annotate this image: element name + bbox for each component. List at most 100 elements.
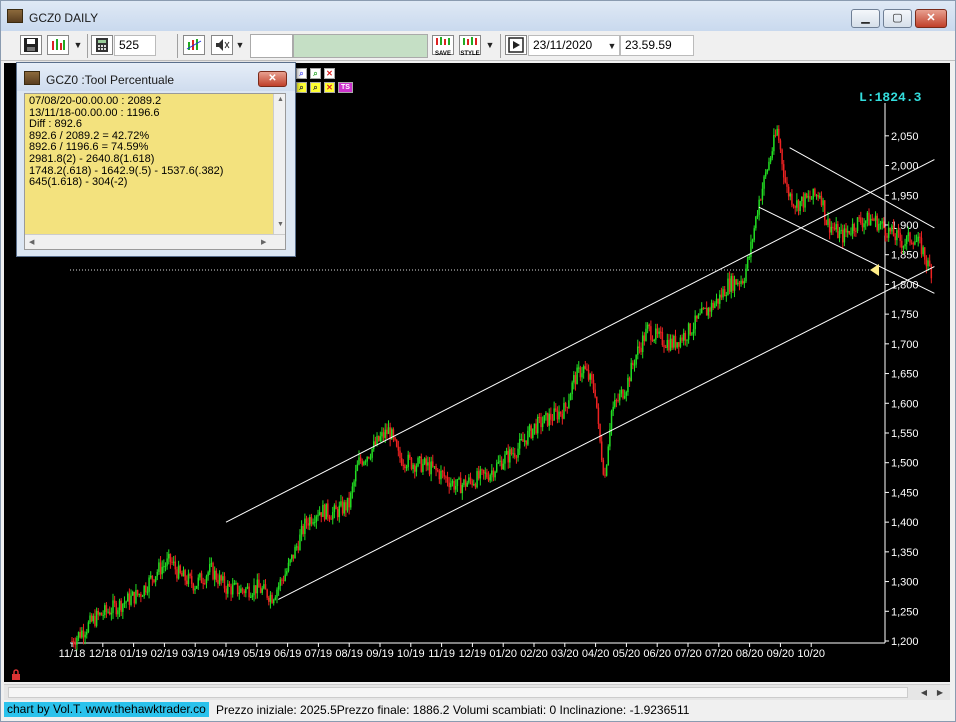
candle-body — [156, 571, 159, 577]
style-dropdown-icon[interactable]: ▼ — [484, 35, 496, 57]
candle-body — [453, 480, 455, 490]
candle-body — [840, 229, 842, 232]
scroll-thumb[interactable] — [8, 687, 908, 698]
credit-link[interactable]: chart by Vol.T. www.thehawktrader.co — [4, 702, 209, 717]
scroll-left-icon[interactable]: ◀ — [29, 238, 34, 246]
scroll-up-icon[interactable]: ▲ — [277, 96, 284, 103]
candle-body — [574, 375, 577, 385]
date-dropdown-icon[interactable]: ▼ — [606, 36, 618, 58]
close-button[interactable]: ✕ — [915, 9, 947, 28]
candle-body — [268, 597, 270, 602]
candle-body — [486, 472, 488, 478]
x-tick-label: 06/19 — [274, 648, 302, 660]
ts-button[interactable]: TS — [338, 82, 353, 93]
candle-body — [428, 462, 431, 475]
candle-body — [471, 480, 473, 486]
style-button[interactable]: STYLE — [459, 35, 481, 57]
candle-body — [248, 586, 250, 598]
candle-body — [369, 457, 372, 459]
dialog-line: 07/08/20-00.00.00 : 2089.2 — [29, 95, 162, 107]
scroll-left-icon[interactable]: ◀ — [917, 686, 931, 699]
candle-body — [801, 196, 803, 202]
candle-body — [815, 194, 818, 196]
speaker-icon[interactable] — [211, 35, 233, 55]
candle-body — [581, 373, 583, 378]
symbol-field[interactable] — [250, 34, 293, 58]
candle-body — [382, 432, 385, 438]
candle-body — [825, 220, 828, 225]
candle-body — [89, 615, 91, 623]
dialog-title-bar[interactable]: GCZ0 :Tool Percentuale ✕ — [17, 63, 295, 91]
dialog-text-area[interactable]: 07/08/20-00.00.00 : 2089.2 13/11/18-00.0… — [24, 93, 286, 250]
maximize-button[interactable]: ▢ — [883, 9, 912, 28]
chart-type-dropdown-icon[interactable]: ▼ — [72, 35, 84, 57]
y-tick-label: 1,350 — [891, 547, 919, 559]
speaker-dropdown-icon[interactable]: ▼ — [234, 35, 246, 57]
save-disk-icon[interactable] — [20, 35, 42, 55]
candle-body — [510, 449, 513, 455]
candle-body — [295, 546, 298, 548]
candle-body — [819, 195, 821, 198]
minimize-button[interactable]: ▁ — [851, 9, 880, 28]
save-template-button[interactable]: SAVE — [432, 35, 454, 57]
dialog-close-button[interactable]: ✕ — [258, 71, 287, 87]
candle-body — [638, 346, 641, 348]
chart-type-icon[interactable] — [47, 35, 69, 55]
tool-delete-yellow-icon[interactable]: ✕ — [324, 82, 335, 93]
candle-body — [782, 164, 785, 178]
indicator-chart-icon[interactable] — [183, 35, 205, 55]
candle-body — [71, 641, 73, 642]
candle-body — [530, 425, 532, 438]
candle-body — [853, 223, 855, 231]
candle-body — [830, 226, 833, 233]
candle-body — [727, 278, 729, 295]
candle-body — [540, 417, 542, 428]
candle-body — [235, 582, 237, 584]
candle-body — [733, 279, 736, 291]
candle-body — [663, 345, 665, 348]
candle-body — [215, 570, 218, 581]
scroll-down-icon[interactable]: ▼ — [277, 221, 284, 228]
candle-body — [243, 590, 245, 594]
candle-body — [81, 630, 83, 638]
candle-body — [371, 448, 373, 458]
candle-body — [594, 389, 596, 397]
candle-body — [715, 298, 718, 304]
candle-body — [354, 470, 357, 482]
candle-body — [769, 157, 772, 162]
candle-body — [92, 615, 95, 622]
candle-body — [887, 227, 890, 238]
candle-body — [461, 484, 464, 494]
candle-body — [802, 196, 805, 208]
candle-body — [643, 335, 646, 342]
candle-body — [728, 278, 731, 292]
candle-body — [924, 247, 926, 260]
candle-body — [394, 437, 396, 440]
candle-body — [809, 196, 811, 199]
tool-magnify-icon[interactable]: ⌕ — [310, 68, 321, 79]
tool-magnify-yellow-icon[interactable]: ⌕ — [310, 82, 321, 93]
tool-zoom-yellow-icon[interactable]: ⌕ — [296, 82, 307, 93]
time-field[interactable]: 23.59.59 — [620, 35, 694, 56]
calculator-icon[interactable] — [91, 35, 113, 55]
bars-count-input[interactable]: 525 — [114, 35, 156, 56]
candle-body — [579, 367, 582, 378]
tool-delete-icon[interactable]: ✕ — [324, 68, 335, 79]
dialog-vertical-scrollbar[interactable]: ▲ ▼ — [273, 94, 285, 234]
candle-body — [245, 588, 247, 594]
scroll-right-icon[interactable]: ▶ — [933, 686, 947, 699]
candle-body — [312, 522, 314, 524]
scroll-right-icon[interactable]: ▶ — [261, 238, 266, 246]
candle-body — [140, 593, 142, 597]
candle-body — [274, 597, 277, 600]
candle-body — [719, 294, 721, 304]
candle-body — [753, 228, 755, 240]
tool-zoom-icon[interactable]: ⌕ — [296, 68, 307, 79]
candle-body — [299, 534, 301, 551]
candle-body — [740, 280, 742, 284]
candle-body — [697, 314, 700, 319]
chart-horizontal-scrollbar[interactable]: ◀ ▶ — [4, 684, 950, 700]
play-icon[interactable] — [505, 35, 527, 55]
candle-body — [555, 408, 557, 411]
dialog-horizontal-scrollbar[interactable]: ◀ ▶ — [25, 234, 285, 249]
